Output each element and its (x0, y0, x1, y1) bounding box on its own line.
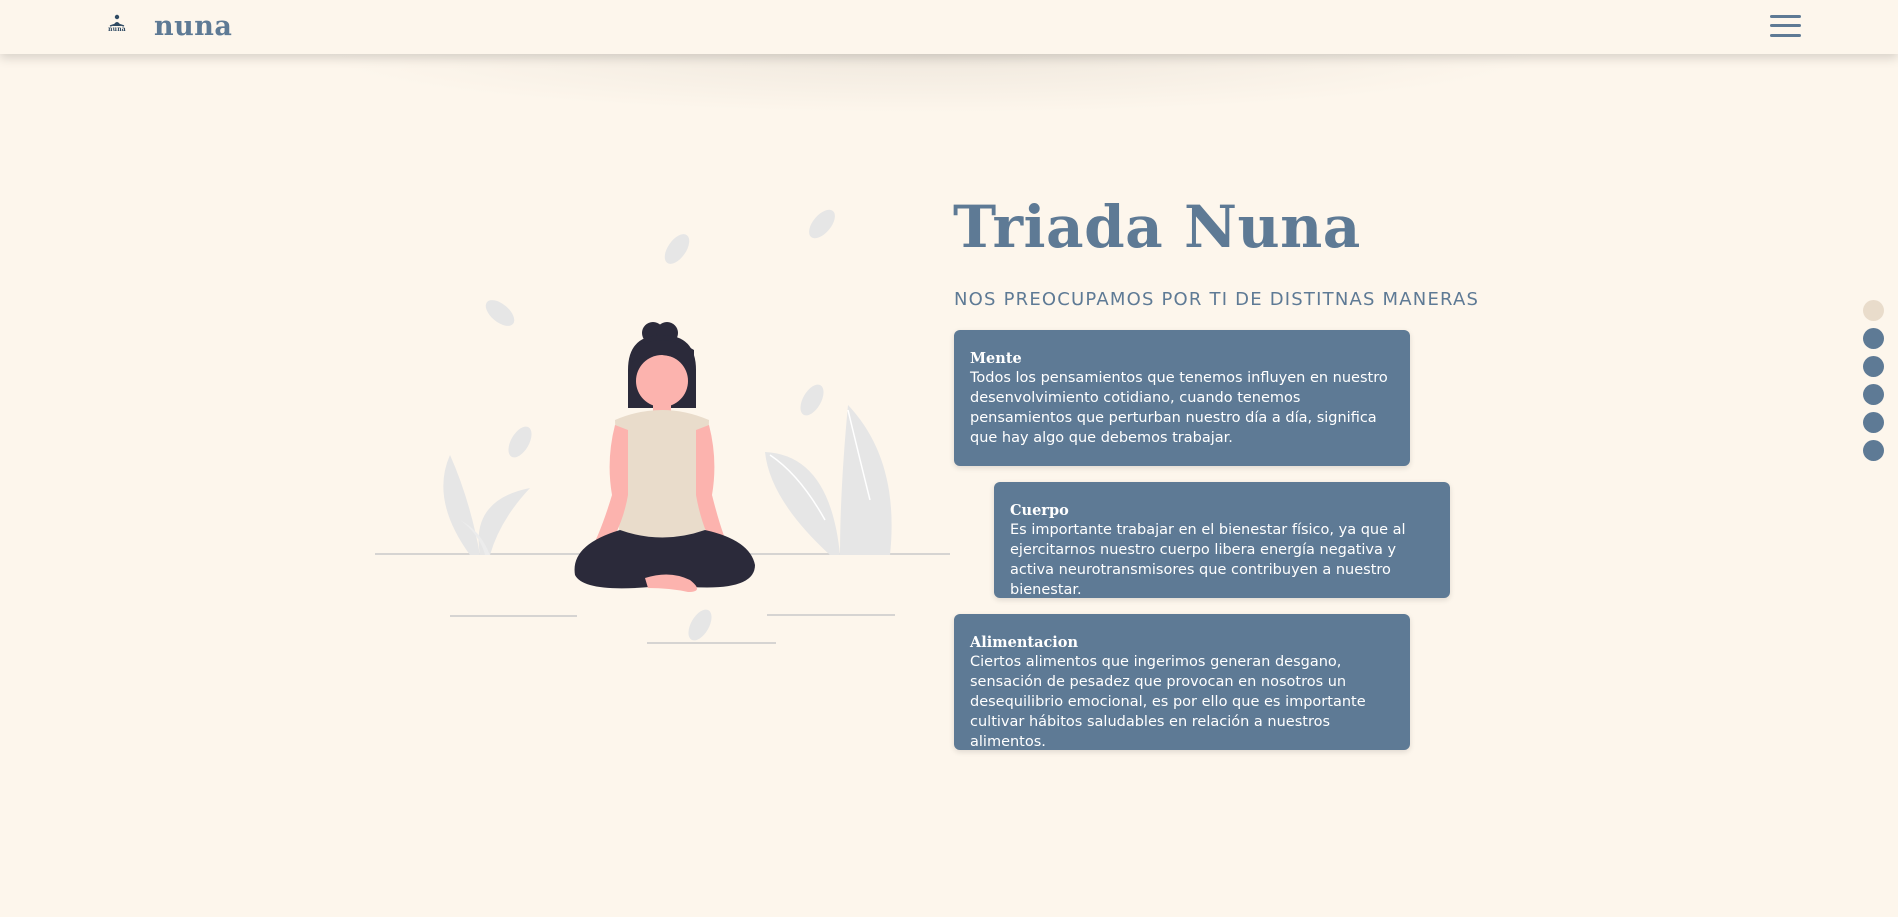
left-plant (443, 455, 530, 555)
pagination-dot-1[interactable] (1863, 300, 1884, 321)
card-text: Ciertos alimentos que ingerimos generan … (970, 654, 1366, 751)
right-plant (765, 405, 892, 555)
pagination-dot-5[interactable] (1863, 412, 1884, 433)
card-title: Mente (970, 350, 1022, 367)
logo-small-text: nuna (108, 26, 126, 33)
card-title: Cuerpo (1010, 502, 1069, 519)
meditating-person (574, 322, 755, 592)
pagination-dot-3[interactable] (1863, 356, 1884, 377)
pagination-dot-6[interactable] (1863, 440, 1884, 461)
brand-name[interactable]: nuna (154, 13, 232, 40)
site-header: nuna nuna (0, 0, 1898, 54)
card-title: Alimentacion (970, 634, 1079, 651)
card-cuerpo: Cuerpo Es importante trabajar en el bien… (994, 482, 1450, 598)
page-subtitle: NOS PREOCUPAMOS POR TI DE DISTITNAS MANE… (954, 289, 1480, 310)
section-pagination (1863, 300, 1885, 468)
card-mente: Mente Todos los pensamientos que tenemos… (954, 330, 1410, 466)
logo-mark[interactable]: nuna (104, 14, 130, 36)
card-text: Todos los pensamientos que tenemos influ… (970, 370, 1388, 447)
pagination-dot-2[interactable] (1863, 328, 1884, 349)
card-text: Es importante trabajar en el bienestar f… (1010, 522, 1406, 599)
header-shadow (310, 54, 1550, 114)
page-title: Triada Nuna (953, 193, 1361, 261)
card-alimentacion: Alimentacion Ciertos alimentos que inger… (954, 614, 1410, 750)
meditation-illustration (375, 209, 950, 644)
pagination-dot-4[interactable] (1863, 384, 1884, 405)
hamburger-menu-icon[interactable] (1770, 13, 1801, 39)
